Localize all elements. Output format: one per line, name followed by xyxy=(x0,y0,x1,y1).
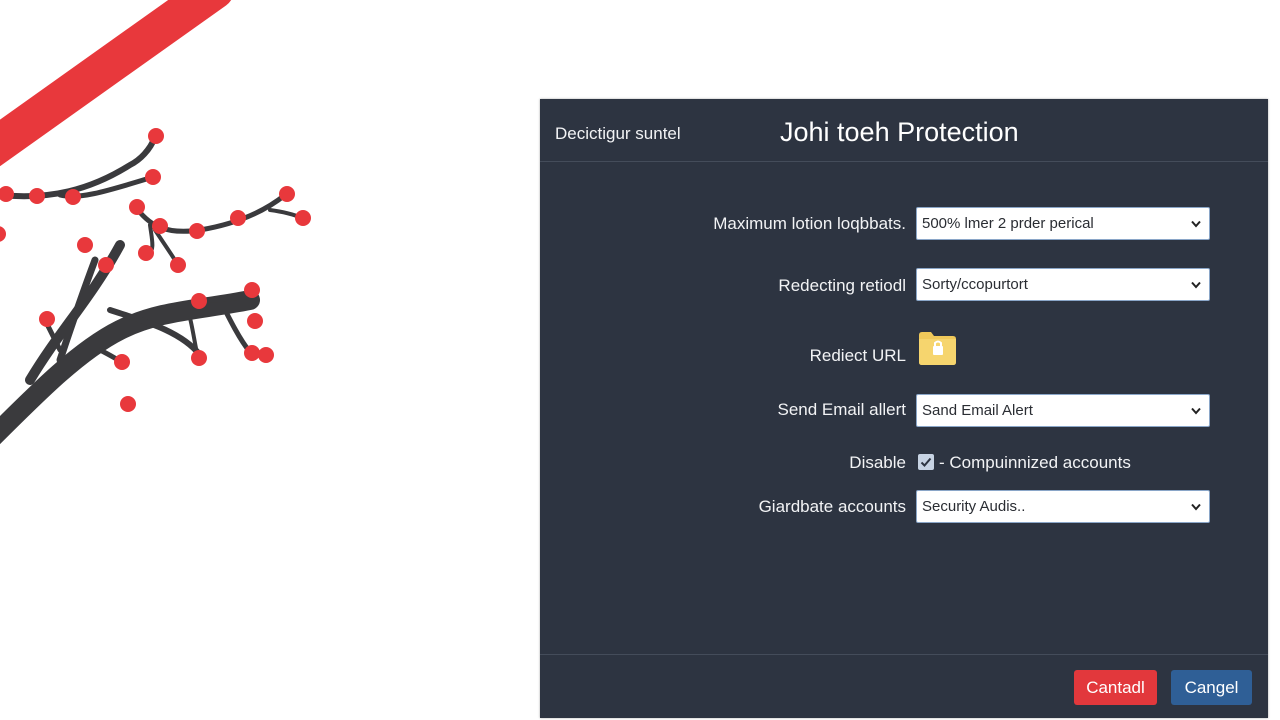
red-stripe xyxy=(0,0,232,167)
chevron-down-icon xyxy=(1191,407,1201,415)
select-value: Sorty/ccopurtort xyxy=(922,276,1028,293)
cherry-branch-illustration xyxy=(0,0,311,445)
field-label: Disable xyxy=(849,453,906,472)
field-label: Redecting retiodl xyxy=(778,276,906,295)
dialog-footer: Cantadl Cangel xyxy=(540,654,1268,718)
maximum-lotion-select[interactable]: 500% lmer 2 prder perical xyxy=(916,207,1210,240)
field-label: Giardbate accounts xyxy=(758,497,906,516)
select-value: 500% lmer 2 prder perical xyxy=(922,215,1094,232)
dialog-header: Decictigur suntel Johi toeh Protection xyxy=(540,99,1268,162)
dialog-title: Johi toeh Protection xyxy=(780,117,1019,147)
chevron-down-icon xyxy=(1191,281,1201,289)
checkbox-label: - Compuinnized accounts xyxy=(939,453,1131,472)
chevron-down-icon xyxy=(1191,503,1201,511)
send-email-alert-select[interactable]: Sand Email Alert xyxy=(916,394,1210,427)
select-value: Sand Email Alert xyxy=(922,402,1033,419)
chevron-down-icon xyxy=(1191,220,1201,228)
protection-dialog: Decictigur suntel Johi toeh Protection M… xyxy=(540,99,1268,718)
dialog-subtitle: Decictigur suntel xyxy=(555,124,681,143)
field-label: Rediect URL xyxy=(809,346,906,365)
screen: Decictigur suntel Johi toeh Protection M… xyxy=(0,0,1280,720)
field-label: Send Email allert xyxy=(777,400,906,419)
checkmark-icon xyxy=(920,457,932,467)
cantadl-button[interactable]: Cantadl xyxy=(1074,670,1157,705)
redecting-retiodl-select[interactable]: Sorty/ccopurtort xyxy=(916,268,1210,301)
disable-checkbox[interactable] xyxy=(918,454,934,470)
select-value: Security Audis.. xyxy=(922,498,1026,515)
field-label: Maximum lotion loqbbats. xyxy=(713,214,906,233)
cangel-button[interactable]: Cangel xyxy=(1171,670,1252,705)
blossoms xyxy=(0,128,311,412)
giardbate-accounts-select[interactable]: Security Audis.. xyxy=(916,490,1210,523)
folder-lock-icon[interactable] xyxy=(917,329,958,365)
